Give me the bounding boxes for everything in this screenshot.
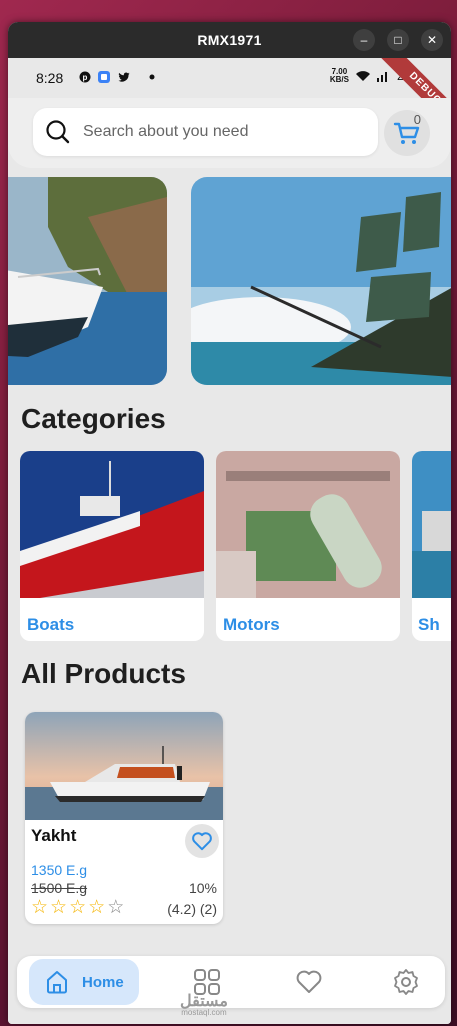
search-input[interactable] bbox=[83, 123, 363, 141]
net-speed: 7.00 KB/S bbox=[329, 67, 349, 84]
category-card-partial[interactable]: Sh bbox=[412, 451, 451, 641]
favorite-button[interactable] bbox=[185, 824, 219, 858]
yacht-image bbox=[25, 712, 223, 820]
category-card-motors[interactable]: Motors bbox=[216, 451, 400, 641]
category-partial-image bbox=[412, 451, 451, 598]
window-title: RMX1971 bbox=[197, 32, 262, 48]
mostaql-watermark: مستقل mostaql.com bbox=[180, 993, 228, 1017]
all-products-heading: All Products bbox=[21, 658, 186, 689]
emulator-window: RMX1971 – □ ✕ 8:28 p 7.00 KB/S 22% DEBUG bbox=[8, 22, 451, 1024]
cart-count-badge: 0 bbox=[413, 112, 421, 127]
search-bar[interactable] bbox=[33, 108, 378, 156]
motors-image bbox=[216, 451, 400, 598]
category-label: Sh bbox=[418, 615, 440, 634]
status-time: 8:28 bbox=[36, 70, 64, 86]
notification-dot-icon bbox=[149, 74, 155, 80]
settings-gear-icon[interactable] bbox=[392, 968, 420, 996]
product-price: 1350 E.g bbox=[31, 862, 88, 878]
bottom-navigation: Home bbox=[17, 956, 445, 1008]
banner-slide-pirate-ship[interactable] bbox=[191, 177, 451, 385]
categories-heading: Categories bbox=[21, 403, 166, 434]
boats-image bbox=[20, 451, 204, 598]
pirate-ship-image bbox=[191, 177, 451, 385]
minimize-button[interactable]: – bbox=[353, 29, 375, 51]
svg-text:p: p bbox=[83, 73, 88, 82]
banner-carousel[interactable] bbox=[8, 177, 451, 387]
product-discount: 10% bbox=[188, 880, 217, 896]
speedboat-image bbox=[8, 177, 167, 385]
category-card-boats[interactable]: Boats bbox=[20, 451, 204, 641]
category-label: Motors bbox=[223, 615, 280, 634]
pinterest-icon: p bbox=[79, 71, 91, 83]
star-filled-icon: ☆ bbox=[69, 897, 87, 918]
star-empty-icon: ☆ bbox=[107, 897, 125, 918]
status-bar: 8:28 p 7.00 KB/S 22% DEBUG bbox=[8, 58, 451, 138]
cart-button[interactable]: 0 bbox=[384, 110, 430, 156]
heart-icon bbox=[192, 832, 212, 851]
header-bar: 0 bbox=[8, 98, 451, 168]
app-icon bbox=[98, 71, 110, 83]
wifi-icon bbox=[355, 71, 370, 81]
window-titlebar: RMX1971 – □ ✕ bbox=[8, 22, 451, 58]
product-card[interactable]: Yakht 1350 E.g 1500 E.g 10% ☆ ☆ ☆ ☆ ☆ (4.2) … bbox=[25, 712, 223, 924]
favorites-heart-icon[interactable] bbox=[295, 968, 323, 996]
star-filled-icon: ☆ bbox=[31, 897, 49, 918]
close-button[interactable]: ✕ bbox=[421, 29, 443, 51]
banner-slide-speedboat[interactable] bbox=[8, 177, 167, 385]
product-old-price: 1500 E.g bbox=[31, 880, 88, 896]
nav-home-label: Home bbox=[82, 973, 124, 991]
home-icon bbox=[47, 971, 67, 994]
product-name: Yakht bbox=[31, 826, 77, 845]
search-icon bbox=[46, 120, 70, 144]
category-label: Boats bbox=[27, 615, 75, 634]
star-rating: ☆ ☆ ☆ ☆ ☆ bbox=[31, 898, 124, 917]
star-filled-icon: ☆ bbox=[88, 897, 106, 918]
twitter-icon bbox=[118, 72, 130, 82]
categories-row[interactable]: Boats Motors Sh bbox=[20, 451, 451, 641]
app-screen: 8:28 p 7.00 KB/S 22% DEBUG bbox=[8, 58, 451, 1024]
maximize-button[interactable]: □ bbox=[387, 29, 409, 51]
star-filled-icon: ☆ bbox=[50, 897, 68, 918]
nav-home[interactable]: Home bbox=[29, 959, 139, 1005]
signal-icon bbox=[376, 72, 387, 82]
product-rating: (4.2) (2) bbox=[167, 901, 217, 917]
